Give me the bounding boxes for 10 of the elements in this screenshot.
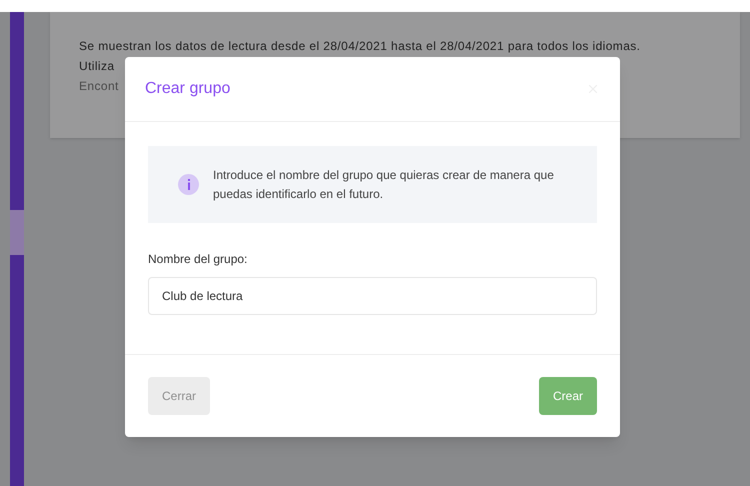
card-text: Utiliza (79, 59, 114, 74)
create-button[interactable]: Crear (538, 377, 597, 415)
group-name-input[interactable]: Club de lectura (148, 277, 597, 315)
card-text: Se muestran los datos de lectura desde el 28/04/2021 hasta el 28/04/2021 para todos los idiomas. (79, 39, 640, 54)
info-icon (178, 174, 199, 195)
dialog-title: Crear grupo (145, 79, 230, 99)
field-label: Nombre del grupo: (148, 251, 248, 268)
info-text: Introduce el nombre del grupo que quieras crear de manera que puedas identificarlo en el futuro. (213, 166, 555, 202)
sidebar-highlight (10, 210, 24, 255)
card-text: Encont (79, 79, 119, 94)
